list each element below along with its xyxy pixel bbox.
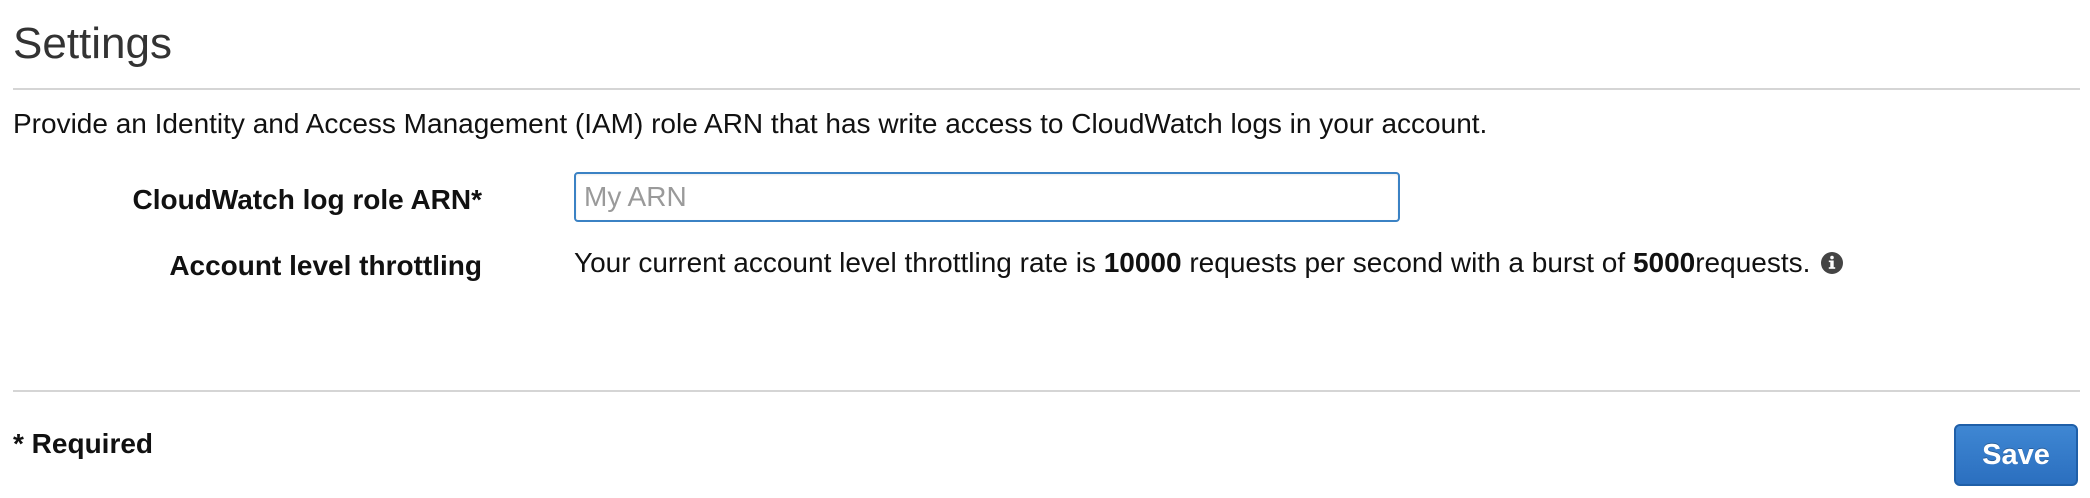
info-icon[interactable] — [1820, 251, 1844, 275]
header-divider — [13, 88, 2080, 90]
arn-input[interactable] — [574, 172, 1400, 222]
throttle-text-middle: requests per second with a burst of — [1181, 247, 1633, 278]
arn-label: CloudWatch log role ARN* — [132, 184, 482, 215]
throttle-text-suffix: requests. — [1695, 247, 1811, 278]
throttle-rate-value: 10000 — [1103, 247, 1182, 278]
throttle-burst-value: 5000 — [1632, 247, 1696, 278]
footer-divider — [13, 390, 2080, 392]
throttle-info: Your current account level throttling ra… — [574, 245, 1844, 281]
settings-description: Provide an Identity and Access Managemen… — [13, 108, 1488, 139]
throttle-text-prefix: Your current account level throttling ra… — [574, 247, 1104, 278]
page-title: Settings — [13, 19, 172, 68]
throttle-label: Account level throttling — [169, 250, 482, 281]
save-button[interactable]: Save — [1954, 424, 2078, 486]
required-note: * Required — [13, 428, 154, 459]
